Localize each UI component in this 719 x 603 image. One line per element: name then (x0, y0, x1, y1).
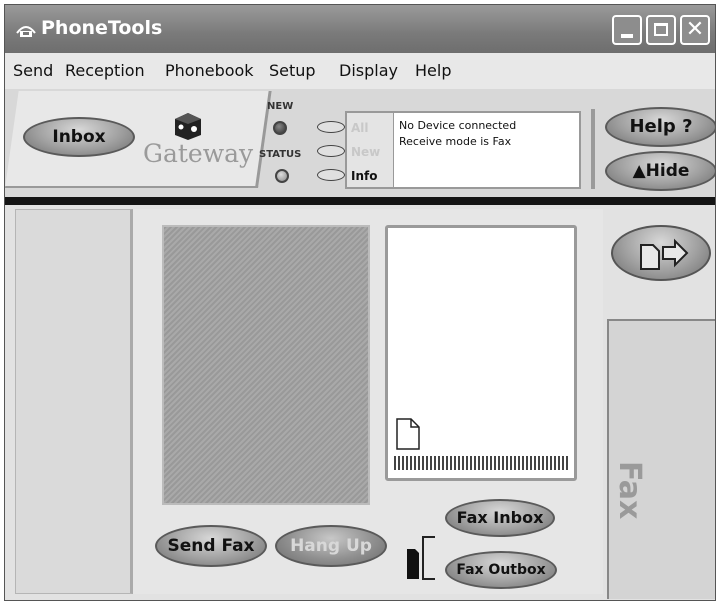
fax-inbox-button[interactable]: Fax Inbox (445, 499, 555, 537)
hang-up-button[interactable]: Hang Up (275, 525, 387, 567)
status-label: STATUS (259, 149, 302, 160)
inbox-button[interactable]: Inbox (23, 117, 135, 157)
menu-bar: Send Reception Phonebook Setup Display H… (5, 53, 715, 90)
status-line-device: No Device connected (399, 119, 517, 132)
window-title: PhoneTools (41, 17, 163, 39)
menu-setup[interactable]: Setup (269, 61, 316, 80)
left-panel (15, 209, 133, 594)
menu-display[interactable]: Display (339, 61, 398, 80)
send-fax-button[interactable]: Send Fax (155, 525, 267, 567)
status-panel: All New Info No Device connected Receive… (345, 111, 581, 189)
gateway-cow-box-logo (175, 113, 201, 140)
filter-new-toggle[interactable] (317, 145, 345, 157)
toolbar-separator (591, 109, 595, 189)
help-button[interactable]: Help ? (605, 107, 715, 147)
fax-preview-pane (162, 225, 370, 505)
new-label: NEW (267, 101, 294, 112)
title-bar[interactable]: PhoneTools ✕ (5, 5, 715, 53)
fax-tab-label: Fax (612, 461, 647, 520)
fax-tab[interactable]: Fax (607, 319, 715, 599)
gateway-brand: Gateway (143, 139, 254, 168)
toolbar-divider (5, 197, 715, 205)
status-filter-tabs: All New Info (347, 113, 394, 187)
status-led (275, 169, 289, 183)
menu-reception[interactable]: Reception (65, 61, 145, 80)
document-arrow-icon (640, 238, 689, 270)
main-area: Send Fax Hang Up Fax Inbox Fax Outbox Fa… (5, 205, 715, 600)
send-document-arrow-button[interactable] (611, 225, 711, 281)
phone-app-icon (16, 26, 36, 37)
close-icon: ✕ (685, 17, 705, 42)
maximize-button[interactable] (646, 15, 676, 45)
close-button[interactable]: ✕ (680, 15, 710, 45)
menu-send[interactable]: Send (13, 61, 53, 80)
filter-all-label[interactable]: All (351, 121, 369, 135)
filter-all-toggle[interactable] (317, 121, 345, 133)
status-line-mode: Receive mode is Fax (399, 135, 512, 148)
fax-progress-bar (394, 456, 568, 470)
fax-folder-icon (407, 536, 435, 580)
fax-document-list[interactable] (385, 225, 577, 481)
phonetools-window: PhoneTools ✕ Send Reception Phonebook Se… (4, 4, 716, 601)
new-led (273, 121, 287, 135)
hide-button[interactable]: ▲Hide (605, 151, 715, 191)
right-tab-area: Fax (603, 209, 715, 599)
filter-info-toggle[interactable] (317, 169, 345, 181)
filter-new-label[interactable]: New (351, 145, 380, 159)
minimize-button[interactable] (612, 15, 642, 45)
document-icon (396, 418, 420, 450)
menu-help[interactable]: Help (415, 61, 451, 80)
menu-phonebook[interactable]: Phonebook (165, 61, 254, 80)
filter-info-label[interactable]: Info (351, 169, 377, 183)
toolbar: Inbox Gateway NEW STATUS All New Info No… (5, 89, 715, 197)
fax-outbox-button[interactable]: Fax Outbox (445, 551, 557, 589)
